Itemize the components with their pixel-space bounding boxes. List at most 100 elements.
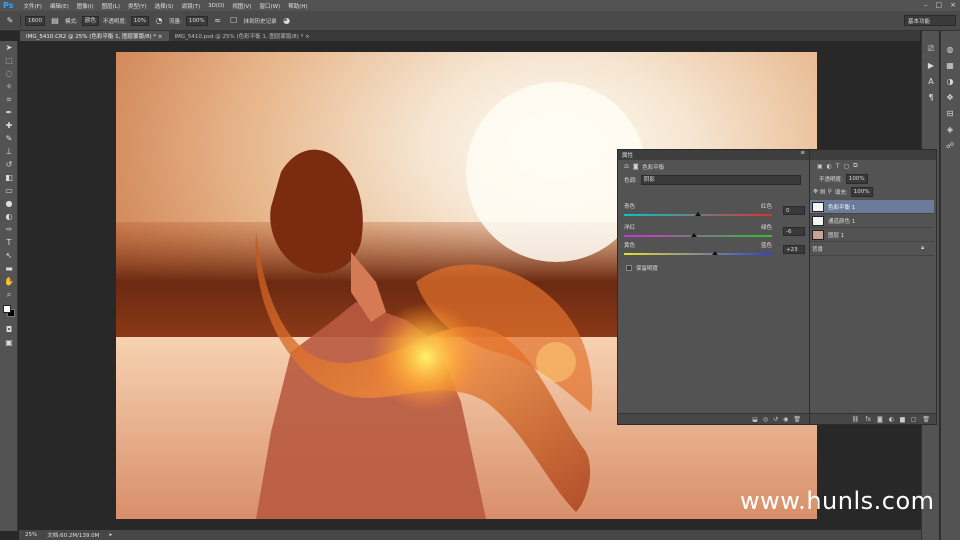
opacity-field[interactable]: 10%	[130, 15, 149, 26]
visibility-icon[interactable]: ◉	[783, 416, 788, 423]
filter-type-icon[interactable]: T	[836, 163, 840, 170]
tone-select[interactable]: 阴影	[640, 175, 801, 185]
paragraph-panel-icon[interactable]: ¶	[922, 89, 940, 105]
menu-view[interactable]: 视图(V)	[228, 2, 255, 10]
delete-icon[interactable]: 🗑︎	[793, 416, 801, 423]
trash-icon[interactable]: 🗑︎	[922, 416, 930, 423]
actions-panel-icon[interactable]: ▶	[922, 57, 940, 73]
yellow-blue-thumb[interactable]	[712, 251, 719, 255]
eyedropper-tool-icon[interactable]: ✒	[0, 106, 18, 119]
layer-row-layer1[interactable]: 图层 1	[809, 228, 934, 242]
add-mask-icon[interactable]: ◙	[877, 416, 883, 423]
pressure-size-icon[interactable]: ◕	[281, 15, 293, 27]
menu-help[interactable]: 帮助(H)	[284, 2, 311, 10]
layer-fill-field[interactable]: 100%	[850, 186, 873, 197]
crop-tool-icon[interactable]: ⌗	[0, 93, 18, 106]
menu-select[interactable]: 选择(S)	[151, 2, 178, 10]
tab-cr2[interactable]: IMG_5410.CR2 @ 25% (色彩平衡 1, 图层蒙版/8) * ×	[20, 31, 169, 41]
filter-smart-icon[interactable]: ⧉	[853, 162, 857, 170]
magenta-green-slider[interactable]: 洋红 绿色 -6	[624, 223, 805, 237]
eraser-tool-icon[interactable]: ◧	[0, 171, 18, 184]
yellow-blue-slider[interactable]: 黄色 蓝色 +23	[624, 241, 805, 255]
layer-row-color-balance[interactable]: 色彩平衡 1	[809, 200, 934, 214]
channels-panel-icon[interactable]: ☍	[941, 137, 959, 153]
eraser-preset-icon[interactable]: ✎	[4, 15, 16, 27]
layer-opacity-field[interactable]: 100%	[845, 173, 868, 184]
swatches-panel-icon[interactable]: ▦	[941, 57, 959, 73]
type-tool-icon[interactable]: T	[0, 236, 18, 249]
zoom-level[interactable]: 25%	[25, 532, 37, 538]
color-swatches[interactable]	[0, 301, 17, 323]
adjustments-panel-icon[interactable]: ◑	[941, 73, 959, 89]
properties-tab[interactable]: 属性	[622, 153, 633, 159]
brush-panel-icon[interactable]: ▤	[49, 15, 61, 27]
preserve-luminosity-checkbox[interactable]	[626, 265, 632, 271]
mask-icon[interactable]: ◙	[633, 164, 638, 170]
reset-icon[interactable]: ↺	[773, 416, 778, 423]
lock-icons[interactable]: ✥ ▤ ⚲	[813, 188, 832, 195]
color-panel-icon[interactable]: ◍	[941, 41, 959, 57]
magenta-green-value[interactable]: -6	[783, 227, 805, 236]
cyan-red-thumb[interactable]	[695, 212, 701, 216]
character-panel-icon[interactable]: A	[922, 73, 940, 89]
stamp-tool-icon[interactable]: ⊥	[0, 145, 18, 158]
brush-tool-icon[interactable]: ✎	[0, 132, 18, 145]
menu-filter[interactable]: 滤镜(T)	[177, 2, 204, 10]
path-select-tool-icon[interactable]: ↖	[0, 249, 18, 262]
pen-tool-icon[interactable]: ✑	[0, 223, 18, 236]
blur-tool-icon[interactable]: ●	[0, 197, 18, 210]
properties-panel-icon[interactable]: ⊟	[941, 105, 959, 121]
pressure-opacity-icon[interactable]: ◔	[153, 15, 165, 27]
magenta-green-thumb[interactable]	[690, 233, 697, 237]
menu-3d[interactable]: 3D(D)	[204, 3, 228, 9]
cyan-red-value[interactable]: 0	[783, 206, 805, 215]
menu-edit[interactable]: 编辑(E)	[46, 2, 73, 10]
minimize-button[interactable]: –	[924, 1, 928, 9]
yellow-blue-value[interactable]: +23	[783, 245, 805, 254]
menu-image[interactable]: 图像(I)	[73, 2, 98, 10]
tab-psd[interactable]: IMG_5410.psd @ 25% (色彩平衡 1, 图层蒙版/8) * ×	[169, 31, 316, 41]
close-button[interactable]: ×	[950, 1, 956, 9]
gradient-tool-icon[interactable]: ▭	[0, 184, 18, 197]
history-panel-icon[interactable]: ⎚	[922, 41, 940, 57]
layers-panel-icon[interactable]: ◈	[941, 121, 959, 137]
hand-tool-icon[interactable]: ✋	[0, 275, 18, 288]
menu-window[interactable]: 窗口(W)	[255, 2, 284, 10]
screen-mode-icon[interactable]: ▣	[0, 336, 18, 349]
link-icon[interactable]: ⛓	[852, 416, 860, 423]
menu-file[interactable]: 文件(F)	[19, 2, 45, 10]
maximize-button[interactable]: □	[936, 1, 943, 9]
panel-menu-icon[interactable]: ≡	[800, 150, 805, 156]
zoom-tool-icon[interactable]: ⌕	[0, 288, 18, 301]
healing-tool-icon[interactable]: ✚	[0, 119, 18, 132]
flow-field[interactable]: 100%	[185, 15, 208, 26]
filter-image-icon[interactable]: ▣	[817, 163, 823, 170]
quick-select-tool-icon[interactable]: ✧	[0, 80, 18, 93]
filter-adjust-icon[interactable]: ◐	[827, 163, 832, 170]
foreground-color-swatch[interactable]	[3, 305, 11, 313]
marquee-tool-icon[interactable]: ⬚	[0, 54, 18, 67]
dodge-tool-icon[interactable]: ◐	[0, 210, 18, 223]
status-arrow-icon[interactable]: ▸	[109, 532, 112, 538]
layer-row-channel-color[interactable]: 通道颜色 1	[809, 214, 934, 228]
brush-size-field[interactable]: 1600	[25, 15, 45, 26]
move-tool-icon[interactable]: ➤	[0, 41, 18, 54]
filter-shape-icon[interactable]: ▢	[844, 163, 850, 170]
history-checkbox[interactable]: ☐	[228, 15, 240, 27]
fx-icon[interactable]: fx	[865, 416, 871, 423]
menu-layer[interactable]: 图层(L)	[98, 2, 124, 10]
history-brush-icon[interactable]: ↺	[0, 158, 18, 171]
quick-mask-icon[interactable]: ◘	[0, 323, 18, 336]
cyan-red-slider[interactable]: 青色 红色 0	[624, 202, 805, 216]
view-previous-icon[interactable]: ◎	[763, 416, 768, 423]
new-adjustment-icon[interactable]: ◐	[889, 416, 894, 423]
magenta-green-track[interactable]	[624, 235, 772, 237]
lasso-tool-icon[interactable]: ◌	[0, 67, 18, 80]
clip-to-layer-icon[interactable]: ⬓	[752, 416, 758, 423]
new-group-icon[interactable]: ▆	[900, 416, 905, 423]
menu-type[interactable]: 类型(Y)	[124, 2, 151, 10]
new-layer-icon[interactable]: ▢	[911, 416, 917, 423]
mode-select[interactable]: 颜色	[81, 15, 99, 26]
yellow-blue-track[interactable]	[624, 253, 772, 255]
workspace-select[interactable]: 基本功能	[904, 15, 956, 26]
